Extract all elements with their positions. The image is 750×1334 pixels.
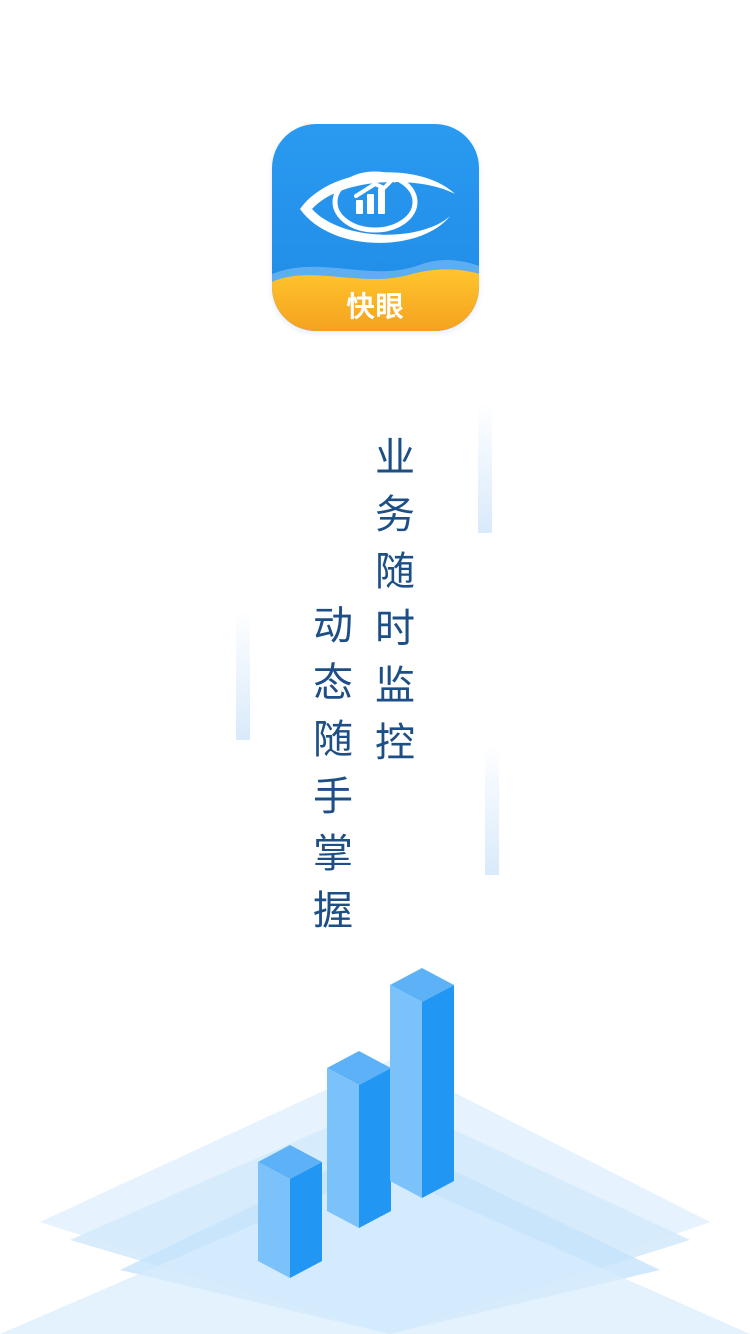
app-logo: 快眼 xyxy=(272,124,479,331)
decorative-line xyxy=(236,610,250,740)
slogan-line-2: 动态随手掌握 xyxy=(313,603,353,934)
decorative-line xyxy=(485,745,499,875)
slogan-line-1: 业务随时监控 xyxy=(375,435,415,766)
app-name: 快眼 xyxy=(346,290,405,323)
decorative-line xyxy=(478,403,492,533)
3d-bar-chart-icon xyxy=(0,968,750,1334)
